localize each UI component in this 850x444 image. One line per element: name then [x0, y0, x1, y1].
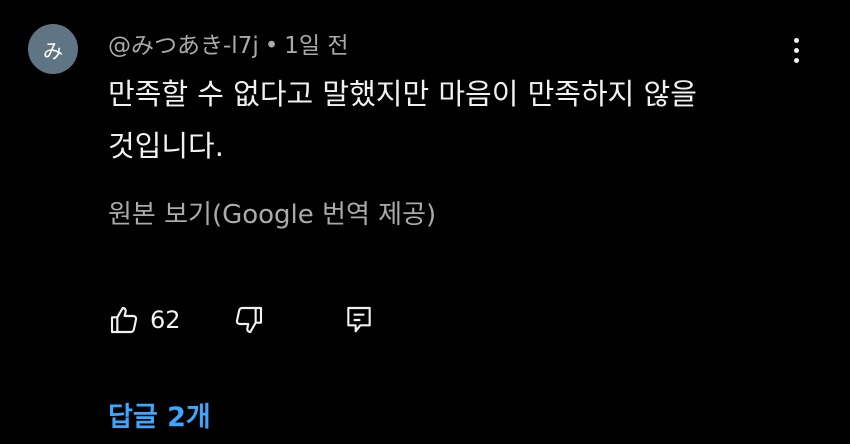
- header-separator: •: [264, 33, 279, 59]
- comment-actions: 62: [104, 298, 379, 342]
- menu-dot: [793, 47, 799, 53]
- comment-text: 만족할 수 없다고 말했지만 마음이 만족하지 않을 것입니다.: [108, 77, 697, 163]
- reply-button[interactable]: [339, 300, 379, 340]
- dislike-button[interactable]: [229, 300, 269, 340]
- comment-timestamp[interactable]: 1일 전: [284, 33, 348, 59]
- like-button[interactable]: [104, 300, 144, 340]
- avatar[interactable]: み: [28, 24, 78, 74]
- thumbs-down-icon: [235, 306, 262, 334]
- thumbs-up-icon: [110, 306, 138, 334]
- view-replies-button[interactable]: 답글 2개: [108, 395, 211, 434]
- menu-dot: [793, 57, 799, 63]
- reply-comment-icon: [346, 306, 371, 333]
- menu-dot: [793, 37, 799, 43]
- like-count: 62: [150, 306, 181, 334]
- avatar-initial: み: [43, 38, 63, 63]
- author-name[interactable]: @みつあき-l7j: [108, 33, 259, 59]
- translation-toggle-link[interactable]: 원본 보기(Google 번역 제공): [108, 194, 436, 231]
- more-vert-icon[interactable]: [778, 32, 814, 68]
- comment-header: @みつあき-l7j • 1일 전: [108, 26, 349, 60]
